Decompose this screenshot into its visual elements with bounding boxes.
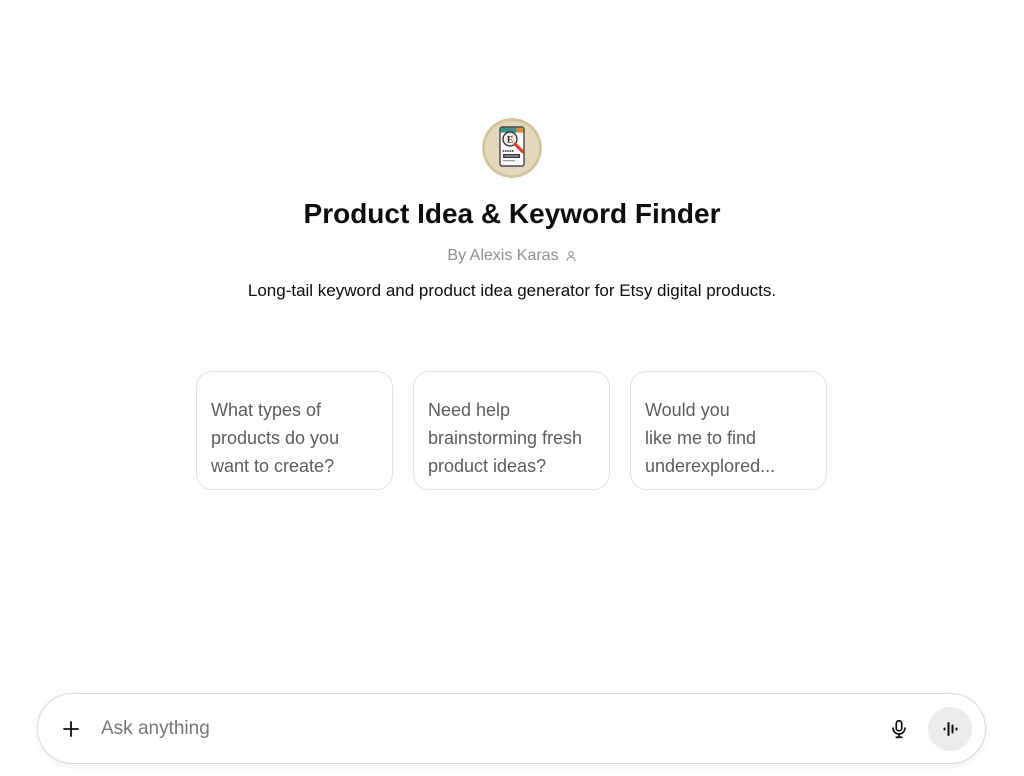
suggestion-text-line: Would you bbox=[645, 400, 730, 420]
prompt-input[interactable] bbox=[101, 712, 861, 746]
suggestion-text-line: like me to find bbox=[645, 428, 757, 448]
gpt-author: By Alexis Karas bbox=[0, 246, 1024, 266]
suggestion-text-line: underexplored... bbox=[645, 456, 776, 476]
voice-waveform-icon bbox=[940, 719, 960, 739]
logo-lettering: E bbox=[507, 135, 513, 145]
suggestion-text-line: product ideas? bbox=[428, 456, 547, 476]
microphone-icon bbox=[888, 718, 910, 740]
keyword-finder-logo-icon: E bbox=[482, 118, 542, 178]
suggestion-text-line: products do you bbox=[211, 428, 340, 448]
suggestion-text-line: Need help bbox=[428, 400, 511, 420]
person-icon bbox=[565, 250, 577, 262]
composer bbox=[37, 693, 986, 764]
voice-mode-button[interactable] bbox=[928, 707, 972, 751]
gpt-avatar: E bbox=[482, 118, 542, 178]
add-attachment-button[interactable] bbox=[59, 717, 83, 741]
author-name: By Alexis Karas bbox=[447, 247, 559, 264]
suggestion-text-line: want to create? bbox=[211, 456, 335, 476]
suggestion-text-line: brainstorming fresh bbox=[428, 428, 583, 448]
suggestion-card-brainstorm[interactable]: Need help brainstorming fresh product id… bbox=[413, 371, 610, 490]
suggestion-card-product-types[interactable]: What types of products do you want to cr… bbox=[196, 371, 393, 490]
suggestion-card-underexplored[interactable]: Would you like me to find underexplored.… bbox=[630, 371, 827, 490]
suggestion-text-line: What types of bbox=[211, 400, 322, 420]
gpt-description: Long-tail keyword and product idea gener… bbox=[247, 281, 777, 300]
gpt-title: Product Idea & Keyword Finder bbox=[303, 198, 721, 229]
dictate-button[interactable] bbox=[885, 715, 913, 743]
plus-icon bbox=[61, 719, 81, 739]
